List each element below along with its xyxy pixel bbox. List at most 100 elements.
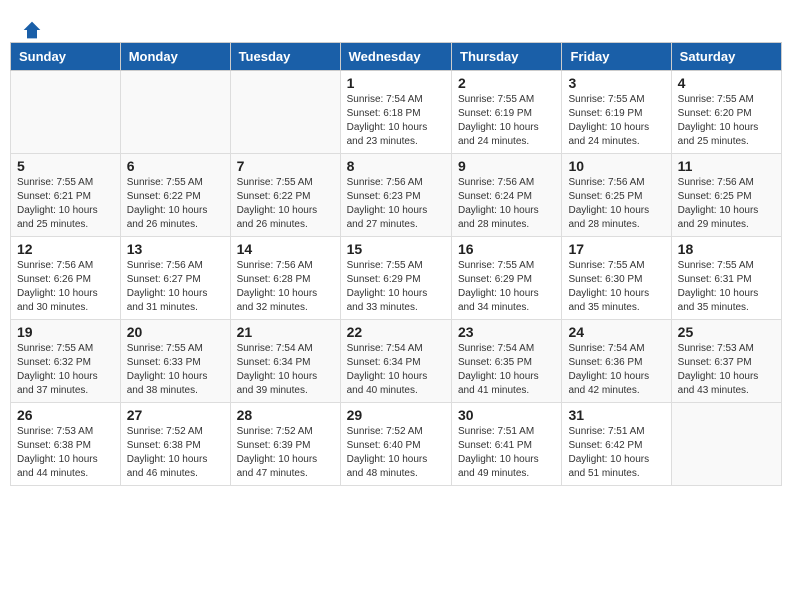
calendar-table: SundayMondayTuesdayWednesdayThursdayFrid… xyxy=(10,42,782,486)
day-number: 11 xyxy=(678,158,775,174)
weekday-header: Tuesday xyxy=(230,43,340,71)
weekday-header: Friday xyxy=(562,43,671,71)
calendar-cell: 14 Sunrise: 7:56 AM Sunset: 6:28 PM Dayli… xyxy=(230,237,340,320)
day-number: 17 xyxy=(568,241,664,257)
day-info: Sunrise: 7:55 AM Sunset: 6:31 PM Dayligh… xyxy=(678,259,775,315)
day-info: Sunrise: 7:53 AM Sunset: 6:38 PM Dayligh… xyxy=(17,425,114,481)
calendar-cell xyxy=(230,71,340,154)
day-info: Sunrise: 7:56 AM Sunset: 6:25 PM Dayligh… xyxy=(678,176,775,232)
day-info: Sunrise: 7:56 AM Sunset: 6:23 PM Dayligh… xyxy=(347,176,445,232)
day-number: 19 xyxy=(17,324,114,340)
day-info: Sunrise: 7:54 AM Sunset: 6:34 PM Dayligh… xyxy=(347,342,445,398)
day-info: Sunrise: 7:55 AM Sunset: 6:22 PM Dayligh… xyxy=(127,176,224,232)
calendar-cell: 1 Sunrise: 7:54 AM Sunset: 6:18 PM Daylig… xyxy=(340,71,451,154)
day-number: 16 xyxy=(458,241,555,257)
weekday-header: Saturday xyxy=(671,43,781,71)
day-info: Sunrise: 7:55 AM Sunset: 6:19 PM Dayligh… xyxy=(458,93,555,149)
calendar-cell: 7Sunrise: 7:55 AM Sunset: 6:22 PM Daylig… xyxy=(230,154,340,237)
day-info: Sunrise: 7:56 AM Sunset: 6:27 PM Dayligh… xyxy=(127,259,224,315)
day-info: Sunrise: 7:56 AM Sunset: 6:26 PM Dayligh… xyxy=(17,259,114,315)
calendar-cell: 19Sunrise: 7:55 AM Sunset: 6:32 PM Dayli… xyxy=(11,320,121,403)
calendar-week-row: 19Sunrise: 7:55 AM Sunset: 6:32 PM Dayli… xyxy=(11,320,782,403)
day-number: 13 xyxy=(127,241,224,257)
calendar-cell: 27 Sunrise: 7:52 AM Sunset: 6:38 PM Dayli… xyxy=(120,403,230,486)
day-info: Sunrise: 7:55 AM Sunset: 6:20 PM Dayligh… xyxy=(678,93,775,149)
day-number: 8 xyxy=(347,158,445,174)
day-info: Sunrise: 7:53 AM Sunset: 6:37 PM Dayligh… xyxy=(678,342,775,398)
day-info: Sunrise: 7:52 AM Sunset: 6:40 PM Dayligh… xyxy=(347,425,445,481)
day-number: 10 xyxy=(568,158,664,174)
day-number: 3 xyxy=(568,75,664,91)
day-info: Sunrise: 7:52 AM Sunset: 6:38 PM Dayligh… xyxy=(127,425,224,481)
day-info: Sunrise: 7:55 AM Sunset: 6:29 PM Dayligh… xyxy=(458,259,555,315)
calendar-cell xyxy=(11,71,121,154)
calendar-cell: 13 Sunrise: 7:56 AM Sunset: 6:27 PM Dayli… xyxy=(120,237,230,320)
day-number: 15 xyxy=(347,241,445,257)
calendar-cell: 3 Sunrise: 7:55 AM Sunset: 6:19 PM Daylig… xyxy=(562,71,671,154)
day-number: 25 xyxy=(678,324,775,340)
day-info: Sunrise: 7:51 AM Sunset: 6:41 PM Dayligh… xyxy=(458,425,555,481)
calendar-cell: 18Sunrise: 7:55 AM Sunset: 6:31 PM Dayli… xyxy=(671,237,781,320)
day-number: 2 xyxy=(458,75,555,91)
day-info: Sunrise: 7:55 AM Sunset: 6:33 PM Dayligh… xyxy=(127,342,224,398)
calendar-cell: 29 Sunrise: 7:52 AM Sunset: 6:40 PM Dayli… xyxy=(340,403,451,486)
day-info: Sunrise: 7:54 AM Sunset: 6:35 PM Dayligh… xyxy=(458,342,555,398)
calendar-cell: 22Sunrise: 7:54 AM Sunset: 6:34 PM Dayli… xyxy=(340,320,451,403)
calendar-cell: 9Sunrise: 7:56 AM Sunset: 6:24 PM Daylig… xyxy=(452,154,562,237)
calendar-cell: 21 Sunrise: 7:54 AM Sunset: 6:34 PM Dayli… xyxy=(230,320,340,403)
weekday-header: Wednesday xyxy=(340,43,451,71)
calendar-cell: 6 Sunrise: 7:55 AM Sunset: 6:22 PM Daylig… xyxy=(120,154,230,237)
calendar-cell: 24 Sunrise: 7:54 AM Sunset: 6:36 PM Dayli… xyxy=(562,320,671,403)
day-number: 29 xyxy=(347,407,445,423)
day-info: Sunrise: 7:55 AM Sunset: 6:30 PM Dayligh… xyxy=(568,259,664,315)
day-number: 14 xyxy=(237,241,334,257)
day-number: 26 xyxy=(17,407,114,423)
day-number: 30 xyxy=(458,407,555,423)
calendar-cell: 23 Sunrise: 7:54 AM Sunset: 6:35 PM Dayli… xyxy=(452,320,562,403)
day-number: 5 xyxy=(17,158,114,174)
calendar-cell: 30 Sunrise: 7:51 AM Sunset: 6:41 PM Dayli… xyxy=(452,403,562,486)
weekday-header: Thursday xyxy=(452,43,562,71)
day-number: 21 xyxy=(237,324,334,340)
calendar-cell: 17 Sunrise: 7:55 AM Sunset: 6:30 PM Dayli… xyxy=(562,237,671,320)
page-header xyxy=(10,10,782,37)
calendar-cell: 16 Sunrise: 7:55 AM Sunset: 6:29 PM Dayli… xyxy=(452,237,562,320)
calendar-cell: 5 Sunrise: 7:55 AM Sunset: 6:21 PM Daylig… xyxy=(11,154,121,237)
weekday-header: Monday xyxy=(120,43,230,71)
day-number: 6 xyxy=(127,158,224,174)
day-info: Sunrise: 7:54 AM Sunset: 6:34 PM Dayligh… xyxy=(237,342,334,398)
day-number: 27 xyxy=(127,407,224,423)
day-info: Sunrise: 7:54 AM Sunset: 6:18 PM Dayligh… xyxy=(347,93,445,149)
calendar-cell: 12 Sunrise: 7:56 AM Sunset: 6:26 PM Dayli… xyxy=(11,237,121,320)
calendar-cell: 20 Sunrise: 7:55 AM Sunset: 6:33 PM Dayli… xyxy=(120,320,230,403)
calendar-cell xyxy=(120,71,230,154)
calendar-cell: 11 Sunrise: 7:56 AM Sunset: 6:25 PM Dayli… xyxy=(671,154,781,237)
day-number: 23 xyxy=(458,324,555,340)
day-info: Sunrise: 7:54 AM Sunset: 6:36 PM Dayligh… xyxy=(568,342,664,398)
weekday-header-row: SundayMondayTuesdayWednesdayThursdayFrid… xyxy=(11,43,782,71)
calendar-week-row: 5 Sunrise: 7:55 AM Sunset: 6:21 PM Daylig… xyxy=(11,154,782,237)
day-number: 1 xyxy=(347,75,445,91)
day-number: 31 xyxy=(568,407,664,423)
calendar-cell: 2 Sunrise: 7:55 AM Sunset: 6:19 PM Daylig… xyxy=(452,71,562,154)
calendar-cell: 15 Sunrise: 7:55 AM Sunset: 6:29 PM Dayli… xyxy=(340,237,451,320)
day-info: Sunrise: 7:55 AM Sunset: 6:22 PM Dayligh… xyxy=(237,176,334,232)
calendar-cell: 10Sunrise: 7:56 AM Sunset: 6:25 PM Dayli… xyxy=(562,154,671,237)
day-number: 20 xyxy=(127,324,224,340)
day-info: Sunrise: 7:56 AM Sunset: 6:24 PM Dayligh… xyxy=(458,176,555,232)
logo-icon xyxy=(22,20,42,40)
day-info: Sunrise: 7:56 AM Sunset: 6:28 PM Dayligh… xyxy=(237,259,334,315)
calendar-week-row: 26 Sunrise: 7:53 AM Sunset: 6:38 PM Dayli… xyxy=(11,403,782,486)
calendar-cell: 25 Sunrise: 7:53 AM Sunset: 6:37 PM Dayli… xyxy=(671,320,781,403)
weekday-header: Sunday xyxy=(11,43,121,71)
day-number: 28 xyxy=(237,407,334,423)
day-number: 12 xyxy=(17,241,114,257)
calendar-cell xyxy=(671,403,781,486)
day-info: Sunrise: 7:52 AM Sunset: 6:39 PM Dayligh… xyxy=(237,425,334,481)
day-number: 4 xyxy=(678,75,775,91)
day-number: 24 xyxy=(568,324,664,340)
day-info: Sunrise: 7:55 AM Sunset: 6:29 PM Dayligh… xyxy=(347,259,445,315)
day-info: Sunrise: 7:55 AM Sunset: 6:21 PM Dayligh… xyxy=(17,176,114,232)
day-info: Sunrise: 7:55 AM Sunset: 6:19 PM Dayligh… xyxy=(568,93,664,149)
calendar-cell: 31Sunrise: 7:51 AM Sunset: 6:42 PM Dayli… xyxy=(562,403,671,486)
